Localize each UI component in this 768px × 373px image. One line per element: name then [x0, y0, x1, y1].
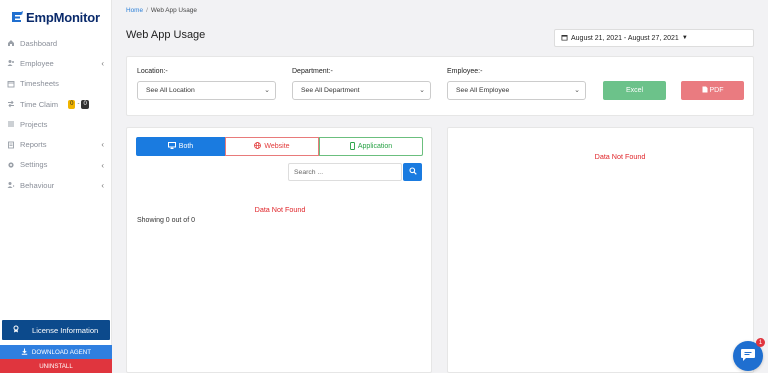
sidebar-item-label: Time Claim	[20, 99, 59, 109]
globe-icon	[254, 142, 262, 151]
department-select-value: See All Department	[301, 87, 360, 94]
employee-label: Employee:-	[447, 68, 483, 75]
department-select[interactable]: See All Department ⌄	[292, 81, 431, 100]
gear-icon	[7, 161, 15, 169]
sidebar-item-timesheets[interactable]: Timesheets	[0, 74, 112, 94]
breadcrumb-current: Web App Usage	[150, 7, 197, 14]
badge-separator: -	[77, 101, 80, 108]
tab-label: Application	[357, 143, 393, 150]
search-icon	[408, 167, 417, 177]
breadcrumb-home-link[interactable]: Home	[126, 7, 143, 14]
employee-select[interactable]: See All Employee ⌄	[447, 81, 586, 100]
sidebar-item-behaviour[interactable]: Behaviour ‹	[0, 175, 112, 195]
uninstall-button[interactable]: UNINSTALL	[0, 359, 112, 373]
excel-label: Excel	[625, 87, 644, 94]
sidebar-item-label: Dashboard	[20, 38, 58, 48]
chat-notification-badge: 1	[756, 338, 765, 347]
sidebar-item-label: Employee	[20, 58, 54, 68]
department-label: Department:-	[292, 68, 333, 75]
time-claim-badge-approved: 0	[81, 99, 89, 109]
tab-application[interactable]: Application	[319, 137, 423, 156]
behaviour-icon	[7, 181, 15, 189]
breadcrumb-separator: /	[146, 7, 148, 14]
sidebar-item-dashboard[interactable]: Dashboard	[0, 33, 112, 53]
empty-message: Data Not Found	[594, 152, 646, 161]
caret-down-icon: ▼	[681, 35, 688, 41]
users-icon	[7, 59, 15, 67]
chevron-left-icon: ‹	[101, 59, 104, 69]
license-information-button[interactable]: License Information	[2, 320, 110, 340]
sidebar-item-time-claim[interactable]: Time Claim 0 - 0	[0, 94, 112, 114]
logo-icon	[10, 10, 24, 24]
sidebar-item-label: Settings	[20, 160, 48, 170]
page-title: Web App Usage	[126, 29, 206, 41]
chevron-down-icon: ⌄	[419, 87, 425, 94]
calendar-icon	[7, 80, 15, 88]
chat-icon	[740, 348, 756, 364]
sidebar-item-settings[interactable]: Settings ‹	[0, 155, 112, 175]
sidebar-item-reports[interactable]: Reports ‹	[0, 134, 112, 154]
sidebar-nav: Dashboard Employee ‹ Timesheets Time Cla…	[0, 33, 112, 195]
chevron-left-icon: ‹	[101, 181, 104, 191]
time-claim-badge-pending: 0	[68, 99, 76, 109]
pagination-summary: Showing 0 out of 0	[137, 217, 195, 224]
pdf-icon	[702, 86, 708, 95]
employee-select-value: See All Employee	[456, 87, 510, 94]
sidebar-item-employee[interactable]: Employee ‹	[0, 53, 112, 73]
chevron-left-icon: ‹	[101, 140, 104, 150]
pdf-label: PDF	[709, 87, 724, 94]
home-icon	[7, 39, 15, 47]
tab-website[interactable]: Website	[225, 137, 319, 156]
date-range-value: August 21, 2021 - August 27, 2021	[571, 34, 679, 42]
calendar-icon	[561, 34, 568, 43]
usage-type-tabs: Both Website Application	[136, 137, 423, 156]
pdf-button[interactable]: PDF	[681, 81, 744, 100]
swap-icon	[7, 100, 15, 108]
list-icon	[7, 120, 15, 128]
uninstall-label: UNINSTALL	[39, 362, 73, 370]
search-button[interactable]	[403, 163, 422, 181]
sidebar-item-label: Behaviour	[20, 180, 55, 190]
location-label: Location:-	[137, 68, 168, 75]
download-agent-button[interactable]: DOWNLOAD AGENT	[0, 345, 112, 359]
usage-chart-panel: Data Not Found	[447, 127, 754, 373]
date-range-picker[interactable]: August 21, 2021 - August 27, 2021 ▼	[554, 29, 754, 47]
mobile-icon	[349, 141, 355, 152]
sidebar-item-label: Reports	[20, 140, 47, 150]
chevron-left-icon: ‹	[101, 160, 104, 170]
tab-label: Both	[178, 143, 194, 150]
download-label: DOWNLOAD AGENT	[31, 348, 92, 356]
sidebar-item-label: Projects	[20, 119, 48, 129]
search-input[interactable]	[288, 163, 402, 181]
empty-message: Data Not Found	[254, 205, 306, 214]
usage-list-panel: Both Website Application Data Not Found …	[126, 127, 432, 373]
logo[interactable]: EmpMonitor	[10, 9, 100, 25]
sidebar: EmpMonitor Dashboard Employee ‹ Timeshee…	[0, 0, 112, 373]
report-icon	[7, 141, 15, 149]
sidebar-item-label: Timesheets	[20, 79, 59, 89]
chevron-down-icon: ⌄	[264, 87, 270, 94]
location-select[interactable]: See All Location ⌄	[137, 81, 276, 100]
excel-button[interactable]: Excel	[603, 81, 666, 100]
download-icon	[21, 348, 28, 357]
location-select-value: See All Location	[146, 87, 195, 94]
breadcrumb: Home / Web App Usage	[126, 7, 197, 14]
license-icon	[12, 325, 20, 335]
sidebar-item-projects[interactable]: Projects	[0, 114, 112, 134]
tab-label: Website	[264, 143, 290, 150]
logo-text: EmpMonitor	[26, 9, 100, 25]
license-label: License Information	[32, 325, 99, 335]
monitor-icon	[167, 142, 176, 151]
chevron-down-icon: ⌄	[574, 87, 580, 94]
filter-card: Location:- See All Location ⌄ Department…	[126, 56, 754, 116]
tab-both[interactable]: Both	[136, 137, 225, 156]
